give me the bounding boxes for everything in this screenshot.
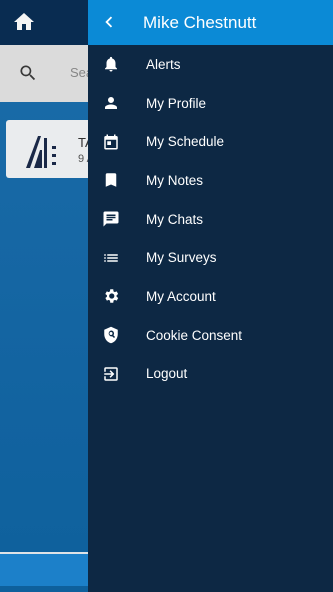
bell-icon (101, 54, 121, 74)
menu-item-my-profile[interactable]: My Profile (88, 84, 333, 123)
drawer-menu: Alerts My Profile My Schedule My Notes M… (88, 45, 333, 393)
logout-icon (101, 364, 121, 384)
menu-item-label: My Surveys (146, 250, 217, 266)
chat-icon (101, 209, 121, 229)
person-icon (101, 93, 121, 113)
menu-item-my-account[interactable]: My Account (88, 277, 333, 316)
menu-item-my-surveys[interactable]: My Surveys (88, 238, 333, 277)
menu-item-label: Cookie Consent (146, 327, 243, 343)
shield-icon (101, 325, 121, 345)
chevron-left-icon[interactable] (98, 11, 120, 33)
menu-item-cookie-consent[interactable]: Cookie Consent (88, 316, 333, 355)
menu-item-my-chats[interactable]: My Chats (88, 200, 333, 239)
menu-item-label: My Chats (146, 211, 204, 227)
drawer-title: Mike Chestnutt (143, 13, 257, 32)
list-icon (101, 248, 121, 268)
menu-item-label: My Profile (146, 95, 207, 111)
menu-item-logout[interactable]: Logout (88, 355, 333, 394)
drawer-header: Mike Chestnutt (88, 0, 333, 45)
menu-item-label: Logout (146, 366, 188, 382)
menu-item-my-notes[interactable]: My Notes (88, 161, 333, 200)
navigation-drawer: Mike Chestnutt Alerts My Profile My Sche… (88, 0, 333, 592)
gear-icon (101, 286, 121, 306)
menu-item-label: My Schedule (146, 134, 225, 150)
menu-item-my-schedule[interactable]: My Schedule (88, 122, 333, 161)
calendar-icon (101, 132, 121, 152)
menu-item-alerts[interactable]: Alerts (88, 45, 333, 84)
bookmark-icon (101, 170, 121, 190)
menu-item-label: Alerts (146, 56, 181, 72)
menu-item-label: My Account (146, 288, 216, 304)
menu-item-label: My Notes (146, 172, 204, 188)
